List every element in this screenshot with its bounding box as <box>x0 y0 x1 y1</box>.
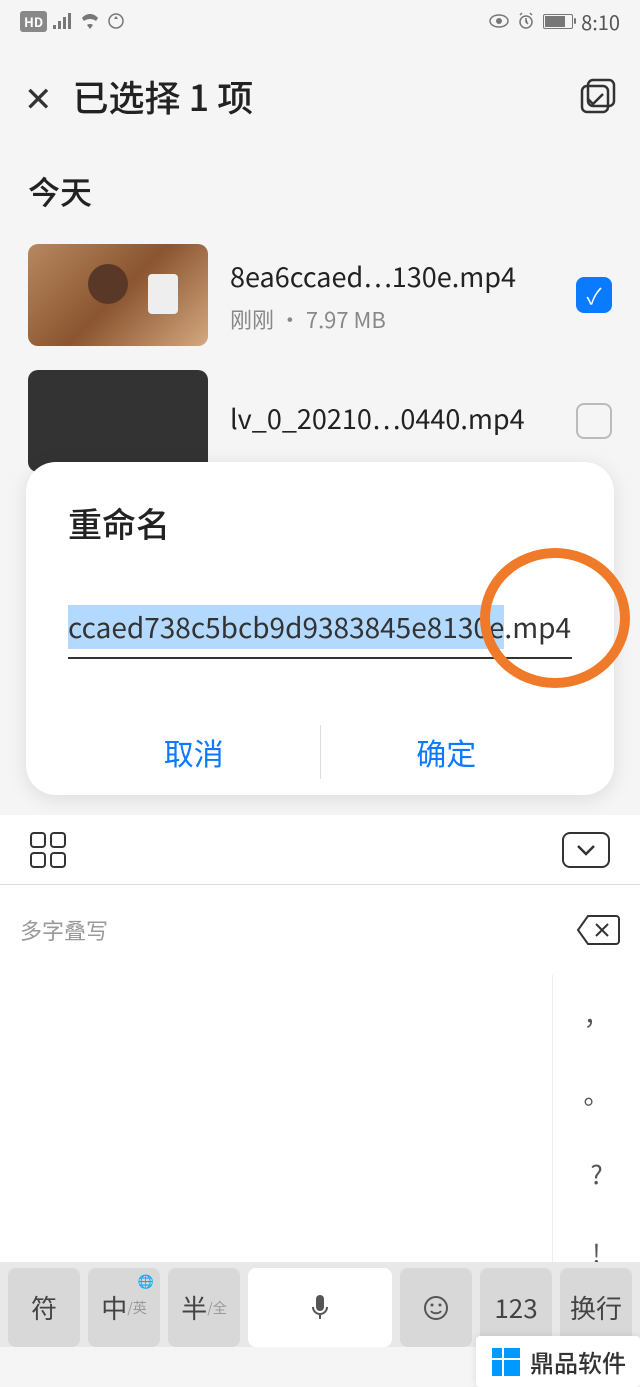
kb-lang-key[interactable]: 🌐中/英 <box>88 1268 160 1347</box>
microphone-icon <box>311 1295 329 1321</box>
keyboard-menu-icon[interactable] <box>30 832 70 868</box>
suggestion-text: 多字叠写 <box>20 914 108 946</box>
status-bar: HD 8:10 <box>0 0 640 42</box>
signal-icon <box>53 13 73 29</box>
file-name: 8ea6ccaed…130e.mp4 <box>230 256 554 295</box>
selection-header: ✕ 已选择 1 项 <box>0 42 640 150</box>
page-title: 已选择 1 项 <box>73 70 561 122</box>
kb-voice-key[interactable] <box>248 1268 392 1347</box>
kb-punct-comma[interactable]: ， <box>553 975 640 1054</box>
confirm-button[interactable]: 确定 <box>321 709 573 795</box>
kb-width-key[interactable]: 半/全 <box>168 1268 240 1347</box>
rename-dialog: 重命名 ccaed738c5bcb9d9383845e8130e.mp4 取消 … <box>26 462 614 795</box>
rotate-icon <box>107 12 125 30</box>
close-icon[interactable]: ✕ <box>24 72 53 121</box>
watermark-icon <box>490 1346 522 1378</box>
watermark: 鼎品软件 <box>476 1336 640 1387</box>
file-meta: 刚刚 · 7.97 MB <box>230 303 554 335</box>
watermark-text: 鼎品软件 <box>530 1344 626 1379</box>
wifi-icon <box>79 13 101 29</box>
keyboard-suggestion-bar: 多字叠写 <box>0 885 640 975</box>
kb-punct-question[interactable]: ? <box>553 1134 640 1213</box>
eye-icon <box>489 14 509 28</box>
kb-emoji-key[interactable] <box>400 1268 472 1347</box>
file-thumbnail <box>28 370 208 472</box>
battery-icon <box>543 14 573 29</box>
file-name: lv_0_20210…0440.mp4 <box>230 398 554 437</box>
dialog-title: 重命名 <box>68 498 572 547</box>
kb-symbol-key[interactable]: 符 <box>8 1268 80 1347</box>
keyboard-collapse-icon[interactable] <box>562 832 610 868</box>
keyboard-bottom-row: 符 🌐中/英 半/全 123 换行 <box>0 1262 640 1347</box>
status-time: 8:10 <box>581 7 620 36</box>
backspace-icon[interactable] <box>576 914 620 946</box>
section-today: 今天 <box>0 150 640 232</box>
file-row[interactable]: 8ea6ccaed…130e.mp4 刚刚 · 7.97 MB ✓ <box>0 232 640 358</box>
file-checkbox[interactable]: ✓ <box>576 277 612 313</box>
file-thumbnail <box>28 244 208 346</box>
rename-input[interactable]: ccaed738c5bcb9d9383845e8130e.mp4 <box>68 607 572 659</box>
file-checkbox[interactable] <box>576 403 612 439</box>
keyboard-body[interactable]: ， 。 ? ! <box>0 975 640 1292</box>
alarm-icon <box>517 12 535 30</box>
emoji-icon <box>423 1295 449 1321</box>
keyboard-toolbar <box>0 815 640 885</box>
cancel-button[interactable]: 取消 <box>68 709 320 795</box>
kb-punct-period[interactable]: 。 <box>553 1054 640 1133</box>
hd-icon: HD <box>20 11 47 32</box>
select-all-icon[interactable] <box>580 78 616 114</box>
